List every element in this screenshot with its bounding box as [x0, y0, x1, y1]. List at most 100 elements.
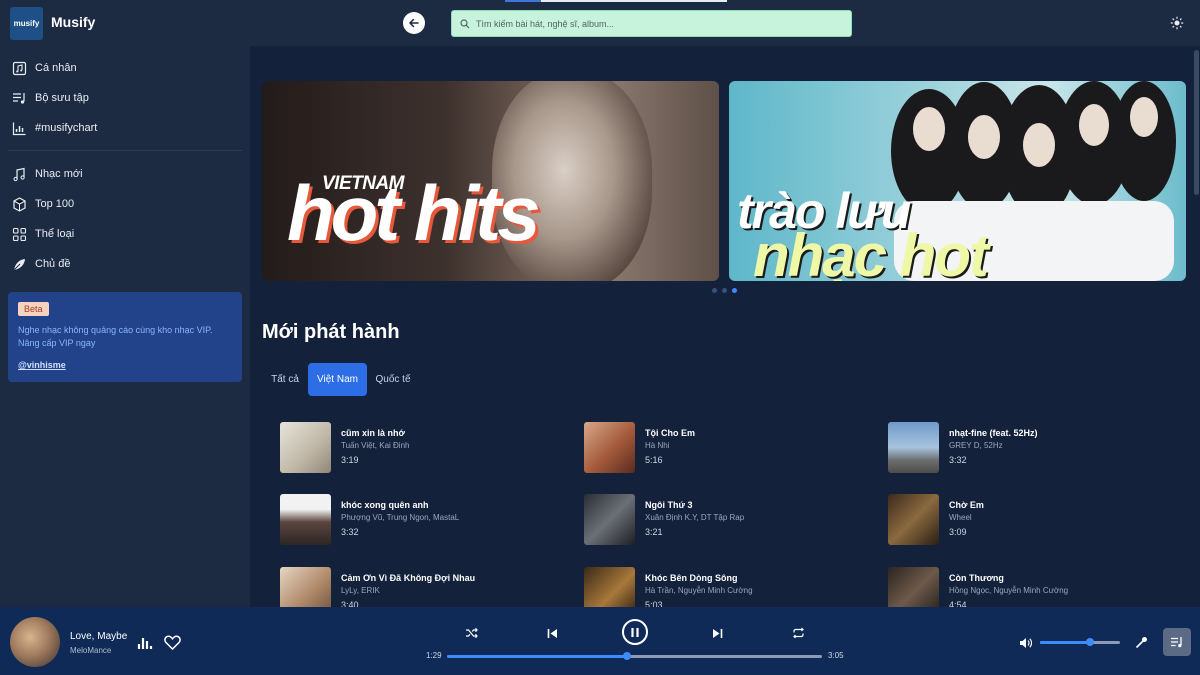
arrow-left-icon	[409, 18, 419, 28]
song-title: Cảm Ơn Vì Đã Không Đợi Nhau	[341, 573, 476, 583]
volume-button[interactable]	[1018, 635, 1033, 650]
sidebar-item-label: Nhạc mới	[35, 168, 83, 180]
song-cover	[280, 494, 331, 545]
now-playing-artist[interactable]: MeloMance	[70, 646, 111, 655]
top-indicator-light	[541, 0, 727, 2]
song-item[interactable]: Cảm Ơn Vì Đã Không Đợi Nhau LyLy, ERIK 3:4…	[280, 567, 475, 608]
shuffle-icon	[465, 627, 478, 639]
sun-icon	[1170, 16, 1184, 30]
song-artist: GREY D, 52Hz	[949, 441, 1003, 450]
skip-forward-icon	[712, 628, 722, 638]
sidebar-item-label: Cá nhân	[35, 62, 77, 74]
sidebar-item-label: Thể loại	[35, 228, 75, 240]
song-artist: LyLy, ERIK	[341, 586, 380, 595]
banner-big-text: hot hits	[287, 169, 541, 257]
equalizer-icon	[137, 638, 152, 649]
song-item[interactable]: Khóc Bên Dòng Sông Hà Trần, Nguyễn Minh C…	[584, 567, 753, 608]
pause-button[interactable]	[622, 619, 648, 645]
song-item[interactable]: Chờ Em Wheel 3:09	[888, 494, 984, 546]
song-title: Tội Cho Em	[645, 428, 695, 438]
progress-handle[interactable]	[623, 652, 631, 660]
song-artist: Tuấn Việt, Kai Đinh	[341, 441, 410, 450]
search-input[interactable]	[476, 18, 836, 29]
carousel-dot[interactable]	[712, 288, 717, 293]
previous-button[interactable]	[545, 626, 559, 640]
song-duration: 3:32	[341, 527, 359, 537]
vip-promo-card: Beta Nghe nhạc không quảng cáo cùng kho …	[8, 292, 242, 382]
app-logo[interactable]: musify	[10, 7, 43, 40]
carousel-dot[interactable]	[722, 288, 727, 293]
now-playing-cover[interactable]	[10, 617, 60, 667]
song-title: cũm xin là nhớ	[341, 428, 405, 438]
song-title: Còn Thương	[949, 573, 1004, 583]
lyrics-button[interactable]	[1134, 635, 1149, 650]
app-title: Musify	[51, 14, 96, 30]
song-duration: 3:21	[645, 527, 663, 537]
banner-trao-luu-nhac-hot[interactable]: trào lưu nhạc hot	[729, 81, 1186, 281]
banner-line2-text: nhạc hot	[753, 222, 989, 282]
now-playing-title[interactable]: Love, Maybe	[70, 631, 127, 642]
top100-icon	[13, 196, 26, 212]
sidebar-item-category[interactable]: Thể loại	[12, 225, 74, 243]
search-icon	[460, 18, 470, 28]
sidebar-item-collection[interactable]: Bộ sưu tập	[12, 89, 89, 107]
song-item[interactable]: nhạt-fine (feat. 52Hz) GREY D, 52Hz 3:32	[888, 422, 1038, 474]
back-button[interactable]	[403, 12, 425, 34]
top-bar: musify Musify	[0, 0, 1200, 46]
sidebar-item-label: Top 100	[35, 198, 75, 210]
song-cover	[280, 567, 331, 608]
song-item[interactable]: khóc xong quên anh Phượng Vũ, Trung Ngon,…	[280, 494, 459, 546]
sidebar-item-top100[interactable]: Top 100	[12, 195, 74, 213]
volume-handle[interactable]	[1085, 638, 1094, 646]
song-cover	[888, 422, 939, 473]
banner-vietnam-hot-hits[interactable]: VIETNAM hot hits	[262, 81, 719, 281]
song-artist: Phượng Vũ, Trung Ngon, MastaL	[341, 513, 460, 522]
song-cover	[584, 567, 635, 608]
song-duration: 3:32	[949, 455, 967, 465]
sidebar-item-label: Bộ sưu tập	[35, 92, 89, 104]
heart-icon	[163, 635, 181, 650]
carousel-dot-active[interactable]	[732, 288, 737, 293]
theme-toggle-button[interactable]	[1170, 16, 1184, 30]
progress-bar[interactable]	[447, 652, 822, 660]
song-title: Chờ Em	[949, 500, 984, 510]
equalizer-button[interactable]	[136, 633, 154, 651]
song-item[interactable]: Còn Thương Hồng Ngọc, Nguyễn Minh Cường 4:…	[888, 567, 1068, 608]
sidebar-item-label: #musifychart	[35, 122, 98, 134]
repeat-button[interactable]	[791, 626, 805, 640]
song-title: Ngôi Thứ 3	[645, 500, 693, 510]
song-artist: Wheel	[949, 513, 972, 522]
song-title: Khóc Bên Dòng Sông	[645, 573, 738, 583]
beta-badge: Beta	[18, 302, 49, 316]
progress-fill	[447, 655, 627, 658]
song-duration: 3:09	[949, 527, 967, 537]
tab-international[interactable]: Quốc tế	[367, 363, 419, 396]
main-scrollbar[interactable]	[1194, 50, 1199, 195]
volume-slider[interactable]	[1040, 638, 1120, 646]
song-item[interactable]: Ngôi Thứ 3 Xuân Định K.Y, DT Tập Rap 3:21	[584, 494, 744, 546]
author-link[interactable]: @vinhisme	[18, 360, 66, 370]
shuffle-button[interactable]	[464, 626, 478, 640]
tab-vietnam[interactable]: Việt Nam	[308, 363, 367, 396]
personal-music-icon	[12, 61, 27, 75]
pause-icon	[631, 627, 639, 637]
volume-icon	[1019, 637, 1032, 648]
category-icon	[12, 227, 27, 241]
tab-all[interactable]: Tất cả	[262, 363, 308, 396]
sidebar-item-label: Chủ đề	[35, 258, 71, 270]
carousel-dots	[712, 288, 737, 293]
sidebar-item-new-music[interactable]: Nhạc mới	[12, 165, 83, 183]
sidebar-item-topic[interactable]: Chủ đề	[12, 255, 70, 273]
song-title: nhạt-fine (feat. 52Hz)	[949, 428, 1038, 438]
like-button[interactable]	[163, 633, 181, 651]
queue-button[interactable]	[1163, 628, 1191, 656]
sidebar-item-personal[interactable]: Cá nhân	[12, 59, 77, 77]
next-button[interactable]	[710, 626, 724, 640]
song-list: cũm xin là nhớ Tuấn Việt, Kai Đinh 3:19 Tộ…	[280, 422, 1190, 608]
search-box[interactable]	[451, 10, 852, 37]
song-item[interactable]: Tội Cho Em Hà Nhi 5:16	[584, 422, 695, 474]
song-cover	[888, 567, 939, 608]
song-item[interactable]: cũm xin là nhớ Tuấn Việt, Kai Đinh 3:19	[280, 422, 409, 474]
sidebar-item-chart[interactable]: #musifychart	[12, 119, 97, 137]
top-indicator	[505, 0, 541, 2]
